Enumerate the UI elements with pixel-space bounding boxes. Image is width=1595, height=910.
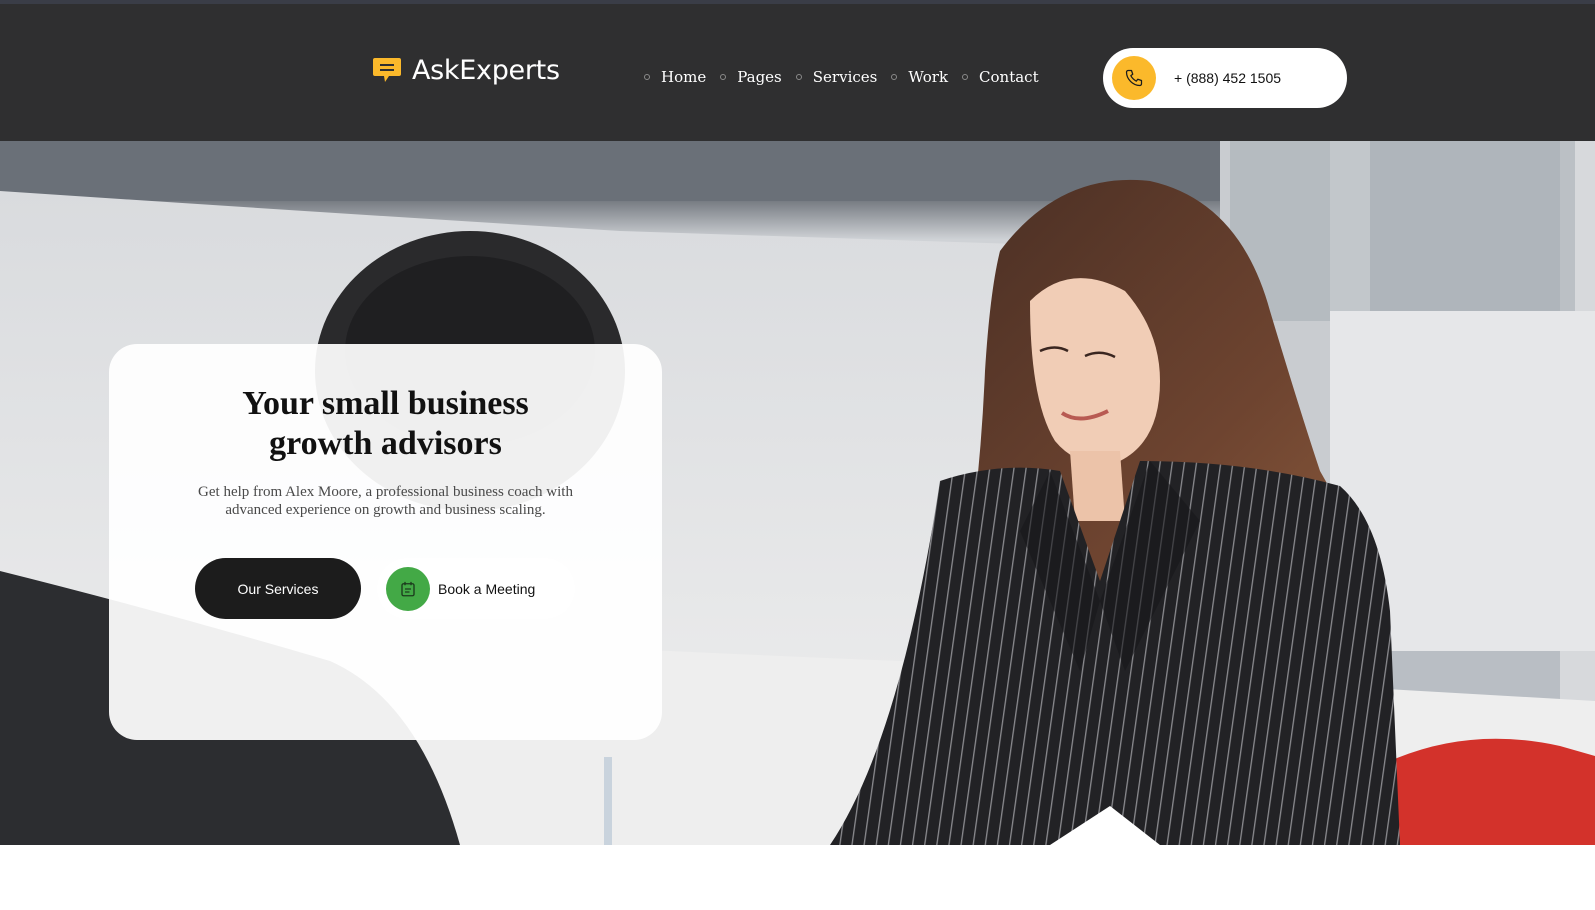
phone-icon (1112, 56, 1156, 100)
our-services-button[interactable]: Our Services (195, 558, 361, 619)
phone-number: + (888) 452 1505 (1174, 70, 1282, 86)
main-nav: Home Pages Services Work Contact (644, 64, 1053, 90)
bullet-icon (720, 74, 727, 80)
phone-contact-button[interactable]: + (888) 452 1505 (1103, 48, 1347, 108)
nav-item-services[interactable]: Services (795, 68, 878, 86)
hero-section: Your small business growth advisors Get … (0, 141, 1595, 845)
hero-title-line-2: growth advisors (269, 425, 502, 462)
bullet-icon (962, 74, 969, 80)
nav-item-work[interactable]: Work (891, 68, 948, 86)
nav-item-label: Services (812, 68, 878, 86)
book-meeting-label: Book a Meeting (438, 580, 536, 597)
site-header: AskExperts Home Pages Services Work Cont… (0, 4, 1595, 141)
nav-item-label: Work (908, 68, 949, 86)
bullet-icon (795, 74, 802, 80)
page-section-below (0, 845, 1595, 910)
hero-card: Your small business growth advisors Get … (109, 344, 662, 740)
nav-item-label: Contact (979, 68, 1039, 86)
bullet-icon (644, 74, 650, 80)
nav-item-label: Pages (737, 68, 782, 86)
nav-item-contact[interactable]: Contact (962, 68, 1039, 86)
logo-link[interactable]: AskExperts (372, 50, 560, 90)
hero-title: Your small business growth advisors (109, 384, 662, 464)
chat-bubble-icon (372, 55, 402, 85)
book-meeting-button[interactable]: Book a Meeting (377, 558, 575, 619)
bullet-icon (891, 74, 898, 80)
hero-subtitle: Get help from Alex Moore, a professional… (198, 484, 573, 518)
nav-item-label: Home (661, 68, 707, 86)
nav-item-pages[interactable]: Pages (720, 68, 782, 86)
hero-title-line-1: Your small business (242, 385, 529, 422)
brand-name: AskExperts (412, 54, 560, 86)
nav-item-home[interactable]: Home (644, 68, 706, 86)
calendar-icon (386, 566, 430, 611)
